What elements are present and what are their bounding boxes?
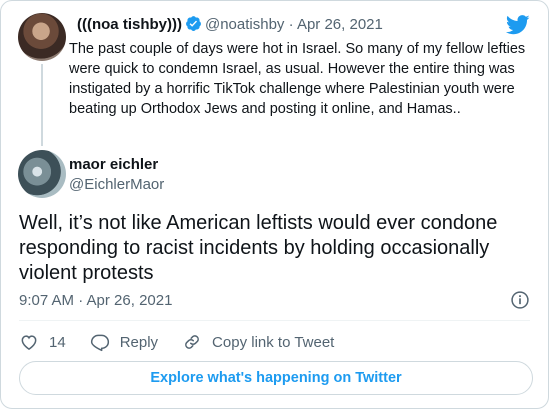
- copy-link-label: Copy link to Tweet: [212, 333, 335, 351]
- main-display-name[interactable]: maor eichler: [69, 156, 158, 173]
- main-handle[interactable]: @EichlerMaor: [69, 176, 164, 193]
- reply-button[interactable]: Reply: [90, 332, 158, 352]
- action-bar: 14 Reply Copy link to Tweet: [19, 331, 358, 353]
- explore-twitter-button[interactable]: Explore what's happening on Twitter: [19, 361, 533, 395]
- parent-tweet-text: The past couple of days were hot in Isra…: [69, 41, 526, 117]
- tweet-timestamp-link[interactable]: 9:07 AM · Apr 26, 2021: [19, 292, 172, 309]
- divider: [19, 320, 530, 321]
- copy-link-button[interactable]: Copy link to Tweet: [182, 332, 334, 352]
- reply-label: Reply: [119, 333, 159, 351]
- like-button[interactable]: 14: [19, 332, 66, 352]
- thread-connector-line: [41, 64, 43, 146]
- reply-icon: [90, 334, 109, 352]
- parent-tweet-header: (((noa tishby))) @noatishby · Apr 26, 202…: [77, 15, 383, 33]
- verified-badge-icon: [186, 16, 201, 31]
- like-count: 14: [49, 333, 66, 351]
- info-icon[interactable]: [510, 290, 530, 310]
- heart-icon: [21, 335, 37, 350]
- twitter-bird-icon[interactable]: [506, 15, 530, 35]
- tweet-embed-card: (((noa tishby))) @noatishby · Apr 26, 202…: [0, 0, 549, 409]
- link-icon: [185, 335, 199, 349]
- parent-display-name[interactable]: (((noa tishby))): [77, 16, 182, 33]
- parent-handle[interactable]: @noatishby: [205, 16, 284, 33]
- parent-avatar[interactable]: [18, 13, 66, 61]
- parent-date-link[interactable]: Apr 26, 2021: [297, 16, 383, 33]
- main-tweet-text: Well, it’s not like American leftists wo…: [19, 212, 498, 284]
- separator-dot: ·: [288, 16, 294, 33]
- main-avatar[interactable]: [18, 150, 66, 198]
